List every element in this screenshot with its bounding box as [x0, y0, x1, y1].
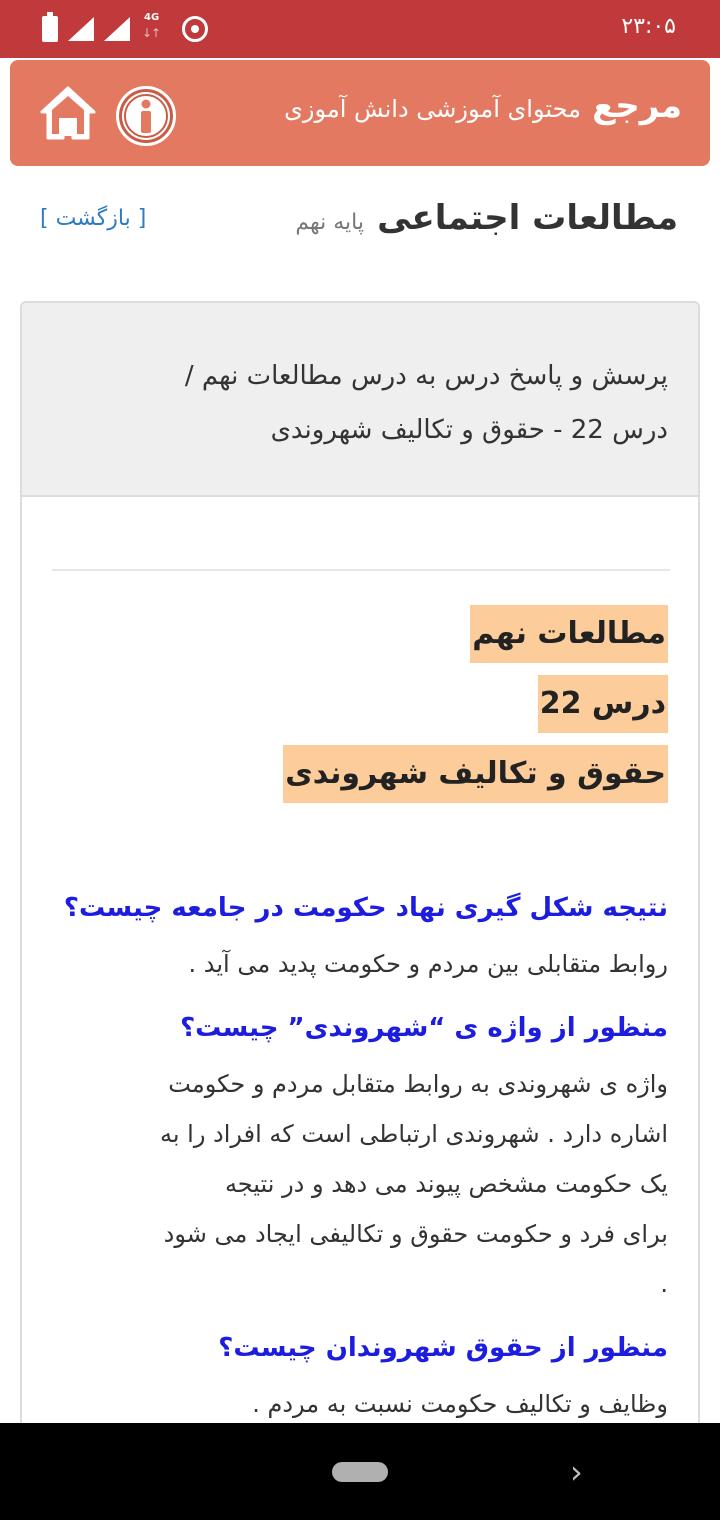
answer-line: برای فرد و حکومت حقوق و تکالیفی ایجاد می…	[163, 1220, 668, 1248]
answer-line: روابط متقابلی بین مردم و حکومت پدید می آ…	[188, 950, 668, 978]
highlight-topic: حقوق و تکالیف شهروندی	[283, 745, 668, 803]
home-icon	[40, 86, 96, 140]
divider	[52, 569, 670, 571]
highlight-lesson: درس 22	[537, 675, 668, 733]
back-link[interactable]: [ بازگشت ]	[40, 206, 146, 231]
hotspot-icon	[182, 16, 208, 42]
content-card: پرسش و پاسخ درس به درس مطالعات نهم / درس…	[20, 301, 700, 1501]
grade-label: پایه نهم	[295, 210, 365, 235]
highlight-title: مطالعات نهم	[470, 605, 668, 663]
answer: وظایف و تکالیف حکومت نسبت به مردم .	[50, 1379, 668, 1429]
question: منظور از واژه ی “شهروندی” چیست؟	[180, 1013, 668, 1043]
question: منظور از حقوق شهروندان چیست؟	[218, 1333, 668, 1363]
app-title: مرجع محتوای آموزشی دانش آموزی	[284, 86, 682, 126]
answer-line: وظایف و تکالیف حکومت نسبت به مردم .	[252, 1390, 668, 1418]
subject-title: مطالعات اجتماعی	[377, 198, 678, 238]
card-heading: پرسش و پاسخ درس به درس مطالعات نهم / درس…	[22, 303, 698, 497]
card-heading-line: درس 22 - حقوق و تکالیف شهروندی	[270, 415, 668, 445]
signal-icon	[104, 17, 130, 41]
answer: واژه ی شهروندی به روابط متقابل مردم و حک…	[50, 1059, 668, 1309]
page-title: مطالعات اجتماعی پایه نهم	[295, 198, 678, 238]
network-label: 4G	[144, 12, 160, 23]
answer-line: .	[660, 1270, 668, 1298]
status-icons: 4G ↓↑	[42, 12, 208, 44]
home-pill-icon[interactable]	[332, 1462, 388, 1482]
question: نتیجه شکل گیری نهاد حکومت در جامعه چیست؟	[63, 893, 668, 923]
card-heading-line: پرسش و پاسخ درس به درس مطالعات نهم /	[184, 361, 668, 391]
status-bar: 4G ↓↑ ۲۳:۰۵	[0, 0, 720, 58]
network-4g-icon: 4G ↓↑	[140, 12, 164, 44]
battery-icon	[42, 12, 58, 42]
answer-line: یک حکومت مشخص پیوند می دهد و در نتیجه	[224, 1170, 668, 1198]
signal-icon	[68, 17, 94, 41]
status-time: ۲۳:۰۵	[621, 14, 676, 39]
answer-line: واژه ی شهروندی به روابط متقابل مردم و حک…	[168, 1070, 668, 1098]
answer-line: اشاره دارد . شهروندی ارتباطی است که افرا…	[159, 1120, 668, 1148]
chevron-right-icon[interactable]: ›	[570, 1453, 583, 1491]
app-subtitle: محتوای آموزشی دانش آموزی	[284, 95, 581, 123]
home-button[interactable]	[38, 82, 98, 144]
navigation-bar: ›	[0, 1423, 720, 1520]
app-title-main: مرجع	[592, 86, 682, 126]
answer: روابط متقابلی بین مردم و حکومت پدید می آ…	[50, 939, 668, 989]
info-button[interactable]	[116, 86, 176, 146]
info-icon	[122, 92, 170, 140]
app-header: مرجع محتوای آموزشی دانش آموزی	[10, 60, 710, 166]
data-arrows-icon: ↓↑	[142, 26, 161, 40]
